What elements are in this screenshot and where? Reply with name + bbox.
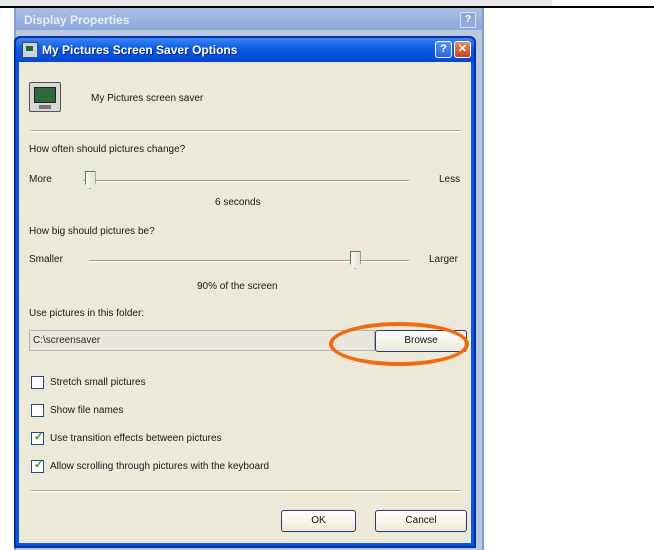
browse-button[interactable]: Browse — [375, 330, 467, 352]
size-slider-track[interactable] — [89, 260, 409, 262]
dialog-titlebar: My Pictures Screen Saver Options ? ✕ — [16, 38, 474, 62]
folder-path-field[interactable]: C:\screensaver — [29, 330, 375, 351]
option-checkbox[interactable]: ✓ — [31, 459, 44, 473]
size-right-label: Larger — [429, 254, 458, 265]
display-properties-titlebar: Display Properties ? — [16, 8, 482, 30]
change-question: How often should pictures change? — [29, 144, 186, 155]
option-label[interactable]: Show file names — [50, 405, 123, 416]
dialog-client-area: My Pictures screen saver How often shoul… — [19, 62, 471, 543]
help-icon[interactable]: ? — [460, 12, 476, 28]
size-slider-thumb[interactable] — [349, 251, 361, 269]
separator — [31, 490, 461, 492]
option-label[interactable]: Allow scrolling through pictures with th… — [50, 461, 269, 472]
size-left-label: Smaller — [29, 254, 63, 265]
ok-button[interactable]: OK — [281, 510, 356, 532]
checkmark-icon: ✓ — [34, 459, 44, 471]
option-label[interactable]: Stretch small pictures — [50, 377, 146, 388]
checkmark-icon: ✓ — [34, 431, 44, 443]
close-icon[interactable]: ✕ — [454, 41, 471, 58]
help-icon[interactable]: ? — [435, 41, 452, 58]
change-right-label: Less — [439, 174, 461, 185]
screen-saver-options-dialog: My Pictures Screen Saver Options ? ✕ My … — [14, 36, 476, 548]
option-checkbox[interactable] — [31, 404, 44, 417]
option-label[interactable]: Use transition effects between pictures — [50, 433, 222, 444]
folder-label: Use pictures in this folder: — [29, 308, 145, 319]
change-slider-track[interactable] — [83, 180, 409, 182]
size-question: How big should pictures be? — [29, 226, 155, 237]
change-left-label: More — [29, 174, 52, 185]
dialog-title: My Pictures Screen Saver Options — [42, 43, 238, 57]
option-checkbox[interactable]: ✓ — [31, 431, 44, 445]
screensaver-description: My Pictures screen saver — [91, 93, 204, 104]
change-value: 6 seconds — [215, 197, 261, 208]
option-checkbox[interactable] — [31, 376, 44, 389]
monitor-icon — [29, 82, 61, 112]
display-properties-title: Display Properties — [24, 13, 130, 27]
size-value: 90% of the screen — [197, 281, 278, 292]
screensaver-icon — [22, 42, 38, 58]
cancel-button[interactable]: Cancel — [375, 510, 467, 532]
separator — [31, 130, 461, 132]
change-slider-thumb[interactable] — [84, 171, 96, 189]
